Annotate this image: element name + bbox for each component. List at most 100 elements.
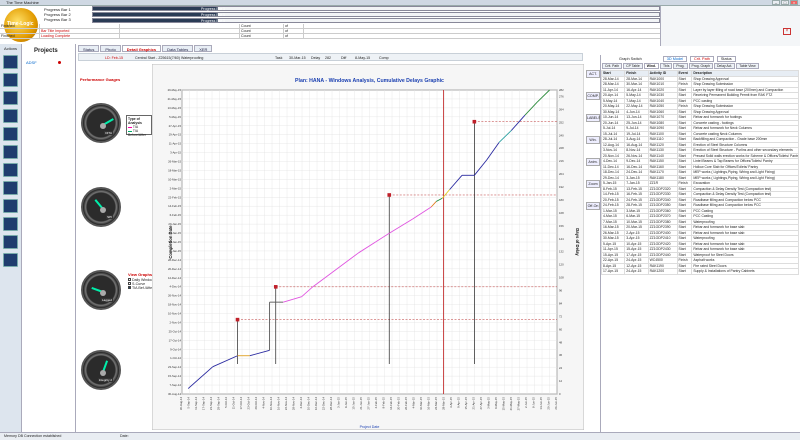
sidebar-buttons bbox=[0, 55, 21, 267]
sidebar-action-button[interactable] bbox=[3, 253, 18, 267]
right-tick-label: 108 bbox=[559, 276, 564, 280]
table-row[interactable]: 8-Feb-15 13-Feb-15 ZZ1ODP2320 Start Compacti… bbox=[600, 185, 799, 192]
sidebar-action-button[interactable] bbox=[3, 217, 18, 231]
table-tab[interactable]: Prog. Graph bbox=[688, 63, 713, 69]
table-cell: 24-Apr-15 bbox=[624, 268, 649, 275]
x-tick-label: 22-Dec-14 bbox=[322, 397, 326, 411]
sidebar-action-button[interactable] bbox=[3, 235, 18, 249]
y-tick-label: 26-Nov-14 bbox=[168, 294, 182, 298]
y-tick-label: 6-Feb-15 bbox=[170, 213, 182, 217]
maximize-button[interactable]: □ bbox=[781, 0, 789, 5]
tab-detail-graphics[interactable]: Detail Graphics bbox=[121, 45, 162, 52]
tab-status[interactable]: Status bbox=[78, 45, 100, 52]
right-tick-label: 144 bbox=[559, 237, 564, 241]
table-tab[interactable]: CP Table bbox=[623, 63, 643, 69]
sidebar-action-button[interactable] bbox=[3, 91, 18, 105]
status-cell: of bbox=[284, 24, 304, 28]
sidebar-action-button[interactable] bbox=[3, 163, 18, 177]
y-tick-label: 3-Apr-15 bbox=[170, 151, 181, 155]
chart-control-button[interactable]: Off-On bbox=[586, 202, 600, 210]
y-tick-label: 23-Sep-14 bbox=[168, 365, 182, 369]
sidebar-action-button[interactable] bbox=[3, 199, 18, 213]
close-icon[interactable]: × bbox=[783, 28, 791, 35]
tab-data-tables[interactable]: Data Tables bbox=[162, 45, 194, 52]
table-tab[interactable]: Tbls bbox=[659, 63, 673, 69]
project-status-icon bbox=[57, 61, 61, 64]
table-cell: RAK1200 bbox=[647, 268, 678, 275]
y-tick-label: 10-Mar-15 bbox=[168, 177, 181, 181]
chart-control-button[interactable]: Zoom bbox=[586, 180, 600, 188]
tab-xer[interactable]: XER bbox=[194, 45, 213, 52]
gauge-label: SPI bbox=[106, 215, 113, 219]
progress-bar-label: Progress Bar 1 bbox=[201, 6, 225, 11]
x-tick-label: 8-Jun-15 bbox=[532, 397, 536, 408]
toolbar-task-label: Task bbox=[275, 55, 283, 60]
y-tick-label: 5-May-15 bbox=[169, 115, 181, 119]
sidebar-action-button[interactable] bbox=[3, 73, 18, 87]
checkbox[interactable] bbox=[128, 282, 131, 285]
x-tick-label: 9-Jan-15 bbox=[344, 397, 348, 408]
option-label: TIA Bef./After bbox=[131, 286, 154, 290]
status-cell: Count bbox=[240, 34, 284, 38]
right-tick-label: 264 bbox=[559, 107, 564, 111]
right-tick-label: 276 bbox=[559, 94, 564, 98]
y-tick-label: 17-Oct-14 bbox=[169, 338, 182, 342]
x-tick-label: 3-Apr-15 bbox=[449, 397, 453, 408]
table-tab[interactable]: Table View bbox=[736, 63, 759, 69]
right-tick-label: 96 bbox=[559, 289, 563, 293]
gauge-dial: DITA bbox=[81, 103, 121, 143]
progress-bar-1: Progress Bar 1 bbox=[92, 6, 660, 11]
chart-control-button[interactable]: Anim. bbox=[586, 158, 600, 166]
sidebar-action-button[interactable] bbox=[3, 181, 18, 195]
sidebar-action-button[interactable] bbox=[3, 145, 18, 159]
x-tick-label: 9-May-15 bbox=[494, 397, 498, 409]
sidebar-action-button[interactable] bbox=[3, 55, 18, 69]
progress-bar-label: Progress Bar 1 bbox=[201, 12, 225, 17]
minimize-button[interactable]: – bbox=[772, 0, 780, 5]
status-date-label: Date: bbox=[120, 434, 129, 438]
legend-item: TIA Before/After bbox=[128, 129, 150, 137]
table-row[interactable]: 18-Dec-14 24-Dec-14 RAK1170 Start MEP works … bbox=[600, 169, 799, 176]
status-bar: Memory DB Connection established Date: bbox=[0, 432, 800, 440]
table-tab[interactable]: Delay Act. bbox=[713, 63, 736, 69]
project-item-label: ADSF bbox=[26, 60, 37, 65]
status-cell bbox=[120, 29, 240, 33]
table-row[interactable]: 11-Apr-14 16-Apr-14 RAK1020 Start Layer by l… bbox=[600, 86, 799, 93]
table-row[interactable]: 3-Nov-14 8-Nov-14 RAK1130 Start Erection of … bbox=[600, 147, 799, 154]
x-tick-label: 28-Mar-15 bbox=[442, 397, 446, 410]
table-row[interactable]: 4-Dec-14 9-Dec-14 RAK1150 Start Lintel Beams… bbox=[600, 158, 799, 165]
right-tick-label: 216 bbox=[559, 159, 564, 163]
x-tick-label: 2-Jun-15 bbox=[524, 397, 528, 408]
sidebar-action-button[interactable] bbox=[3, 109, 18, 123]
x-tick-label: 8-Feb-15 bbox=[382, 397, 386, 409]
y-tick-label: 18-Nov-14 bbox=[168, 303, 182, 307]
project-item[interactable]: ADSF bbox=[22, 58, 75, 67]
table-row[interactable]: 14-Feb-15 16-Feb-15 ZZ1ODP2330 Start Compact… bbox=[600, 191, 799, 198]
tab-photo[interactable]: Photo bbox=[100, 45, 121, 52]
chart-control-button[interactable]: Win. bbox=[586, 136, 600, 144]
checkbox[interactable] bbox=[128, 278, 131, 281]
table-tab[interactable]: Wind. bbox=[643, 63, 659, 69]
table-row[interactable]: 20-Nov-14 26-Nov-14 RAK1140 Start Precast So… bbox=[600, 152, 799, 159]
chart-control-button[interactable]: ACT. bbox=[586, 70, 600, 78]
table-row[interactable]: 29-Dec-14 3-Jan-15 RAK1180 Start MEP works (… bbox=[600, 174, 799, 181]
chart-control-button[interactable]: LABELS bbox=[586, 114, 601, 122]
status-grid: Finished Count of Bar Title Imported Cou… bbox=[0, 24, 660, 40]
crit-path-button[interactable]: Crit. Path bbox=[690, 55, 714, 62]
gauges-title: Performance Guages bbox=[80, 77, 121, 82]
y-tick-label: 10-Nov-14 bbox=[168, 312, 182, 316]
checkbox-checked[interactable] bbox=[128, 286, 131, 289]
table-row[interactable]: 17-Apr-15 24-Apr-15 RAK1200 Start Supply & I… bbox=[600, 268, 799, 275]
sidebar-action-button[interactable] bbox=[3, 127, 18, 141]
x-tick-label: 20-Feb-15 bbox=[397, 397, 401, 410]
y-tick-label: 21-May-15 bbox=[168, 97, 182, 101]
3d-model-button[interactable]: 3D Model bbox=[662, 55, 688, 62]
table-tab[interactable]: Prog. bbox=[673, 63, 688, 69]
table-row[interactable]: 20-Apr-14 5-May-14 RAK1030 Start Receiving P… bbox=[600, 92, 799, 99]
table-tab[interactable]: Crit. Path bbox=[602, 63, 623, 69]
status-cell: Finished bbox=[0, 34, 40, 38]
status-button[interactable]: Status bbox=[716, 55, 736, 62]
chart-control-button[interactable]: COMP. bbox=[586, 92, 600, 100]
right-tick-label: 12 bbox=[559, 379, 563, 383]
close-window-button[interactable]: × bbox=[790, 0, 798, 5]
